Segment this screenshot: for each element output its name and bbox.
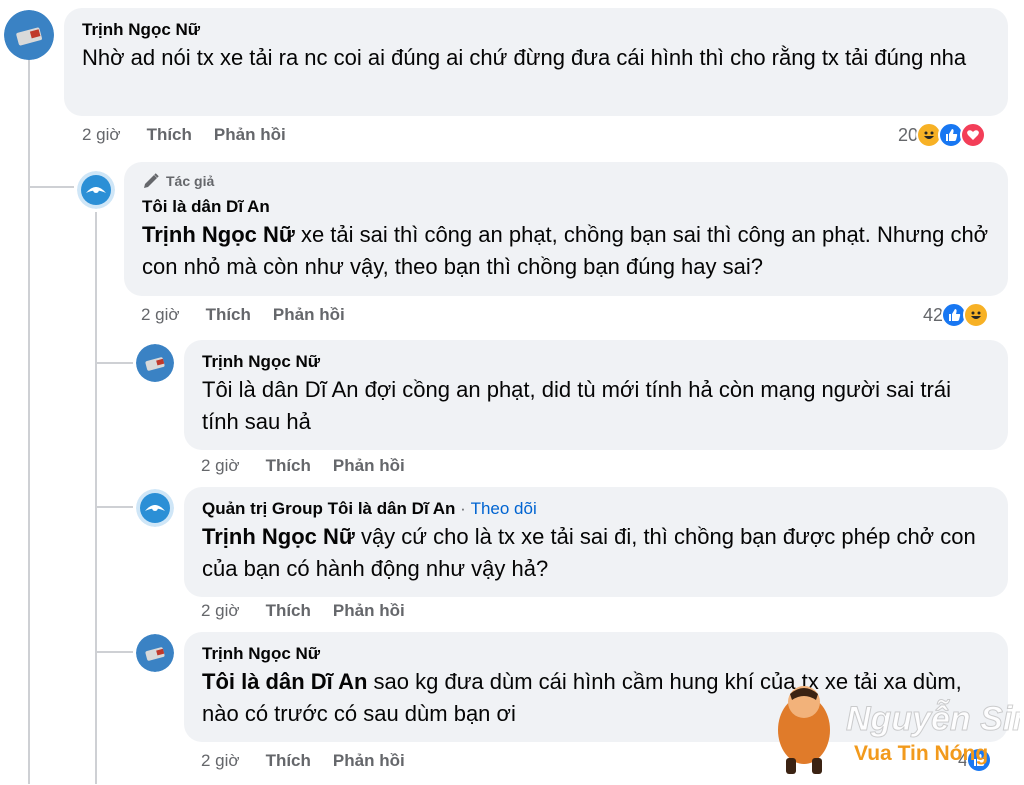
- comment-time[interactable]: 2 giờ: [141, 305, 180, 325]
- like-button[interactable]: Thích: [266, 601, 311, 621]
- avatar[interactable]: [4, 10, 54, 60]
- reply-button[interactable]: Phản hồi: [333, 751, 405, 771]
- like-button[interactable]: Thích: [147, 125, 192, 145]
- comment-author[interactable]: Quản trị Group Tôi là dân Dĩ An: [202, 499, 455, 518]
- avatar[interactable]: [136, 344, 174, 382]
- reply-button[interactable]: Phản hồi: [333, 601, 405, 621]
- comment-author[interactable]: Trịnh Ngọc Nữ: [82, 20, 990, 40]
- thread-line-main: [28, 60, 30, 784]
- avatar[interactable]: [77, 171, 115, 209]
- reaction-count: 42: [923, 304, 944, 325]
- watermark-name: Nguyễn Sin: [846, 700, 1020, 738]
- comment-bubble: Trịnh Ngọc Nữ Tôi là dân Dĩ An đợi cồng …: [184, 340, 1008, 450]
- reaction-summary[interactable]: 42: [923, 302, 990, 328]
- comment-time[interactable]: 2 giờ: [82, 125, 121, 145]
- comment-bubble: Quản trị Group Tôi là dân Dĩ An · Theo d…: [184, 487, 1008, 597]
- mention-link[interactable]: Trịnh Ngọc Nữ: [142, 222, 295, 247]
- thread-line-nested: [95, 212, 97, 784]
- author-badge: Tác giả: [142, 172, 990, 190]
- comment-actions: 2 giờ Thích Phản hồi: [141, 305, 367, 325]
- comment-actions: 2 giờ Thích Phản hồi: [201, 601, 427, 621]
- comment-actions: 2 giờ Thích Phản hồi: [201, 456, 427, 476]
- thread-connector-2: [95, 362, 133, 364]
- comment-text: Trịnh Ngọc Nữ vậy cứ cho là tx xe tải sa…: [202, 521, 990, 585]
- reaction-summary[interactable]: 20: [898, 122, 987, 148]
- mention-link[interactable]: Trịnh Ngọc Nữ: [202, 524, 355, 549]
- comment-text: Nhờ ad nói tx xe tải ra nc coi ai đúng a…: [82, 45, 967, 70]
- comment-time[interactable]: 2 giờ: [201, 601, 240, 621]
- pencil-icon: [144, 173, 159, 188]
- comment-actions: 2 giờ Thích Phản hồi: [82, 125, 308, 145]
- like-button[interactable]: Thích: [206, 305, 251, 325]
- comment-time[interactable]: 2 giờ: [201, 456, 240, 476]
- comment-bubble: Tác giả Tôi là dân Dĩ An Trịnh Ngọc Nữ x…: [124, 162, 1008, 296]
- comment-author[interactable]: Trịnh Ngọc Nữ: [202, 644, 990, 664]
- love-icon: [960, 122, 987, 148]
- comment-author[interactable]: Tôi là dân Dĩ An: [142, 197, 990, 217]
- comment-text: Trịnh Ngọc Nữ xe tải sai thì công an phạ…: [142, 219, 990, 283]
- thread-connector-1: [28, 186, 74, 188]
- comment-author[interactable]: Trịnh Ngọc Nữ: [202, 352, 990, 372]
- reply-button[interactable]: Phản hồi: [273, 305, 345, 325]
- like-button[interactable]: Thích: [266, 751, 311, 771]
- reaction-count: 20: [898, 124, 919, 145]
- comment-text: Tôi là dân Dĩ An đợi cồng an phạt, did t…: [202, 377, 951, 434]
- comment-time[interactable]: 2 giờ: [201, 751, 240, 771]
- thread-connector-3: [95, 506, 133, 508]
- comment-bubble: Trịnh Ngọc Nữ Nhờ ad nói tx xe tải ra nc…: [64, 8, 1008, 116]
- watermark-tagline: Vua Tin Nóng: [854, 742, 988, 765]
- mention-link[interactable]: Tôi là dân Dĩ An: [202, 669, 367, 694]
- thread-connector-4: [95, 651, 133, 653]
- watermark-logo: Nguyễn Sin Vua Tin Nóng: [770, 680, 1024, 780]
- comment-actions: 2 giờ Thích Phản hồi: [201, 751, 427, 771]
- like-button[interactable]: Thích: [266, 456, 311, 476]
- author-badge-label: Tác giả: [166, 173, 215, 189]
- reply-button[interactable]: Phản hồi: [214, 125, 286, 145]
- haha-icon: [963, 302, 990, 328]
- avatar[interactable]: [136, 634, 174, 672]
- avatar[interactable]: [136, 489, 174, 527]
- separator-dot: ·: [460, 499, 466, 518]
- comment-author-line: Quản trị Group Tôi là dân Dĩ An · Theo d…: [202, 499, 990, 519]
- follow-link[interactable]: Theo dõi: [471, 499, 537, 518]
- reply-button[interactable]: Phản hồi: [333, 456, 405, 476]
